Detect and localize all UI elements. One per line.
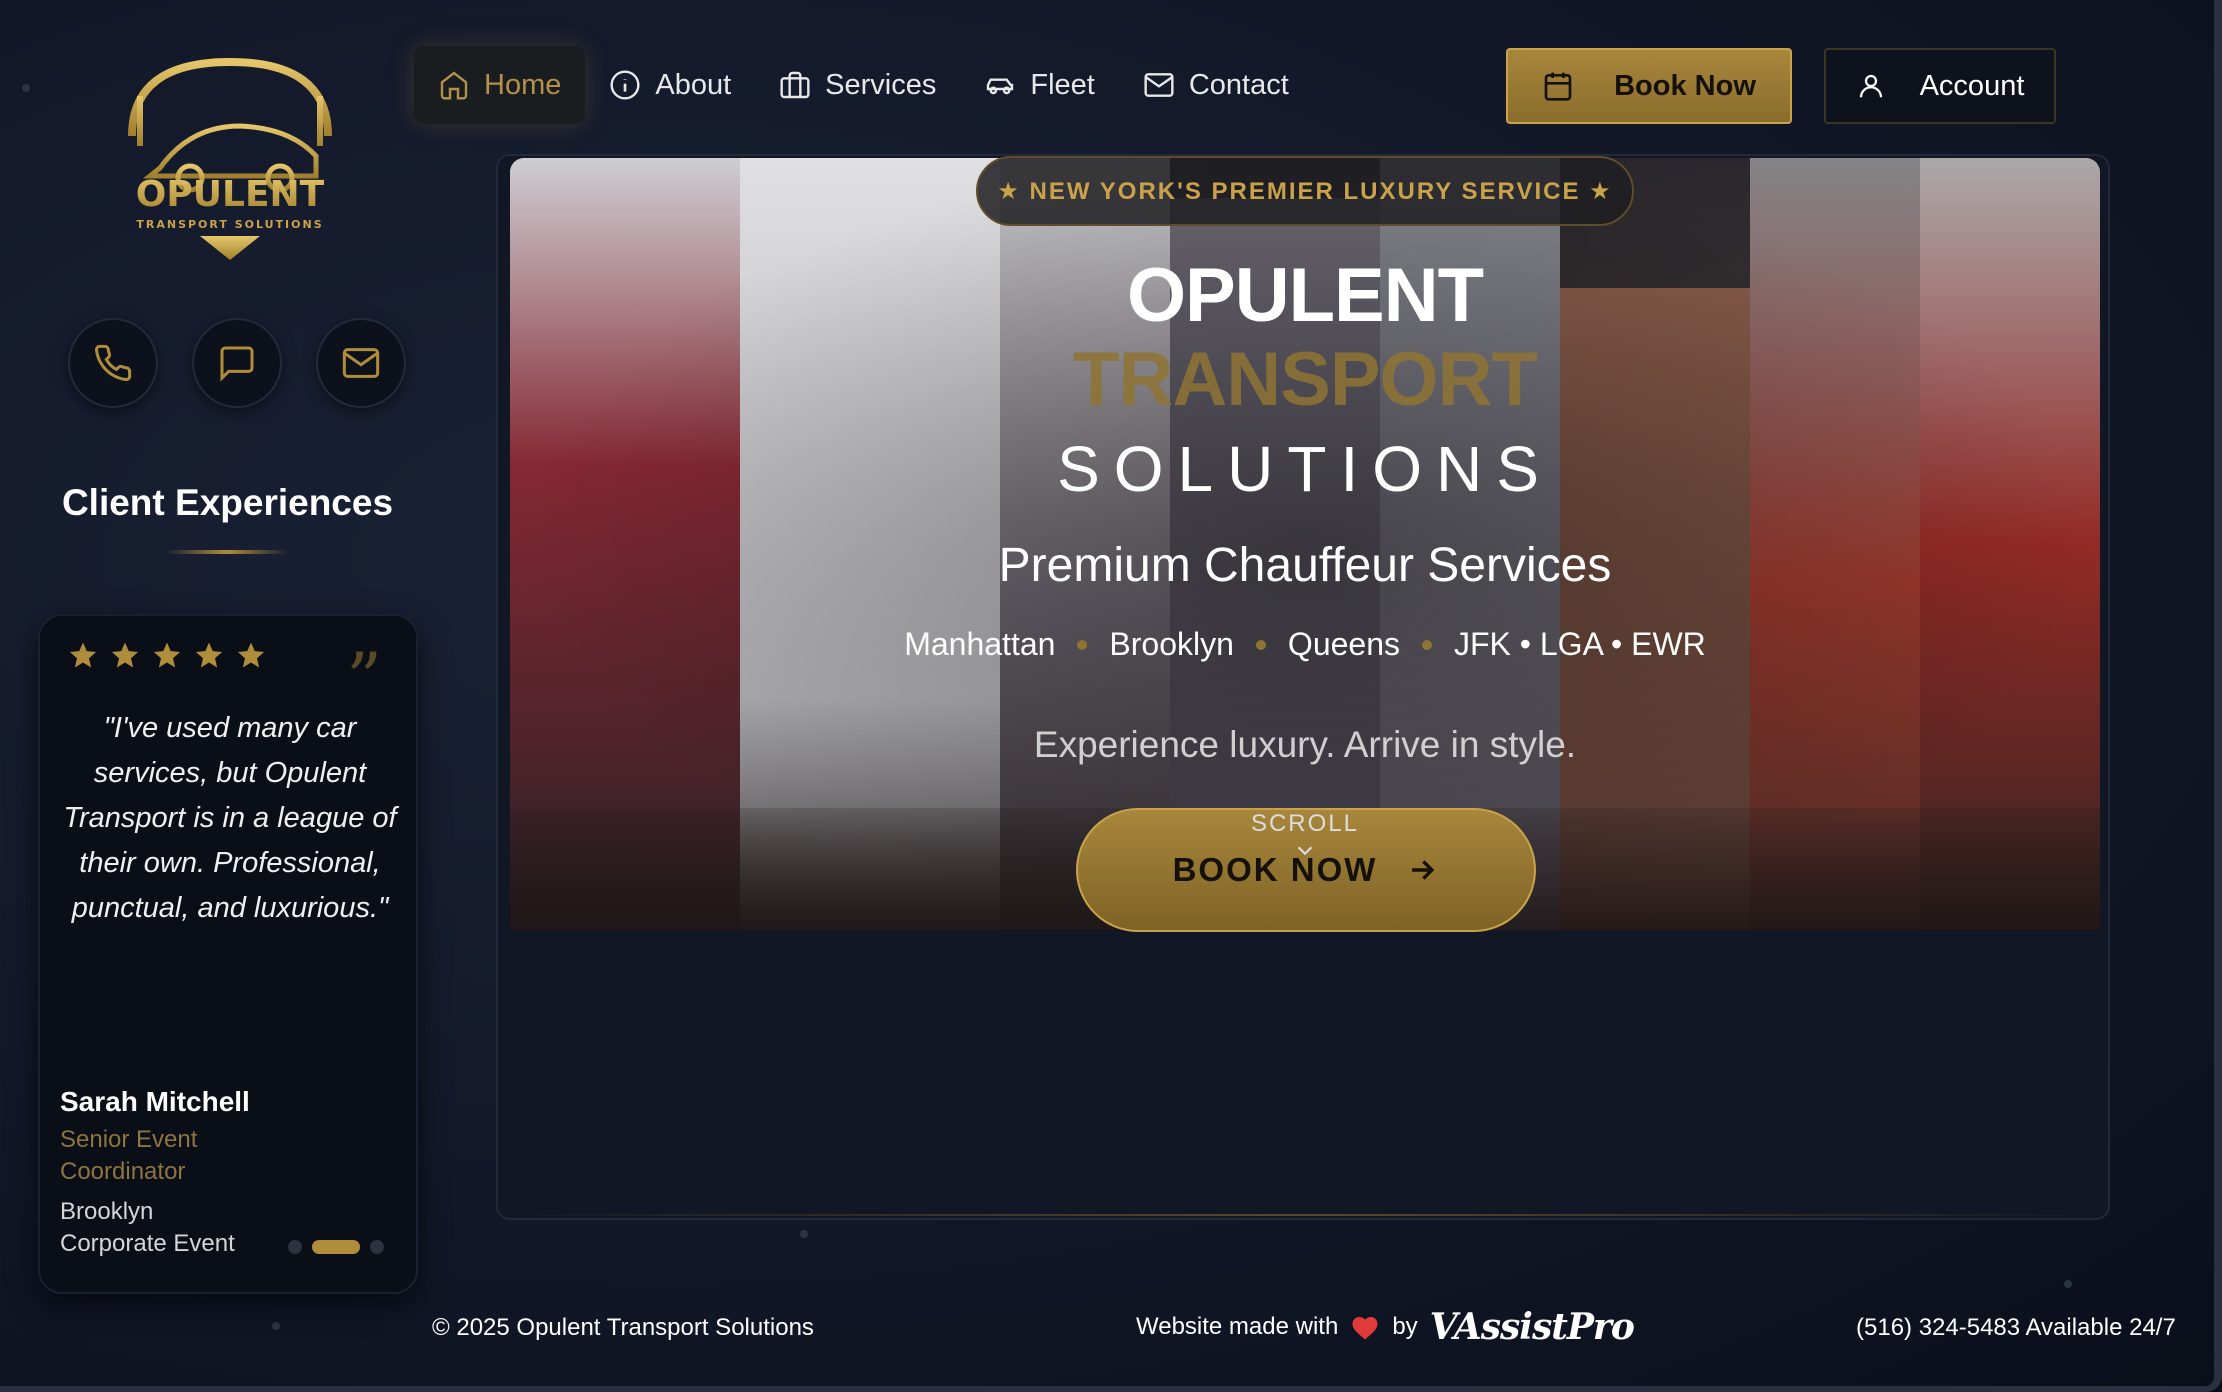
svg-text:TRANSPORT SOLUTIONS: TRANSPORT SOLUTIONS <box>136 218 323 231</box>
star-icon <box>237 642 265 668</box>
star-icon <box>153 642 181 668</box>
hero-subtext: Experience luxury. Arrive in style. <box>1033 724 1577 765</box>
heart-icon <box>1352 1317 1378 1340</box>
chevron-down-icon <box>1297 846 1313 856</box>
maker-link[interactable]: VAssistPro <box>1430 1306 1635 1348</box>
copyright: © 2025 Opulent Transport Solutions <box>432 1314 814 1341</box>
area-separator <box>1255 639 1266 650</box>
phone-button[interactable] <box>68 318 158 408</box>
area-queens: Queens <box>1287 626 1400 662</box>
heading-underline <box>166 550 288 554</box>
mail-icon <box>1144 73 1174 97</box>
testimonial-quote: "I've used many car services, but Opulen… <box>63 712 397 924</box>
book-now-label: Book Now <box>1614 69 1756 102</box>
nav-contact[interactable]: Contact <box>1119 46 1313 124</box>
testimonial-author: Sarah Mitchell <box>60 1086 250 1117</box>
nav-about-label: About <box>655 68 732 101</box>
rating-stars <box>68 640 266 670</box>
decor-dot <box>22 84 30 92</box>
premier-badge: ★ NEW YORK'S PREMIER LUXURY SERVICE ★ <box>976 156 1634 226</box>
pager-dot-active[interactable] <box>312 1240 360 1254</box>
hero-title-line1: OPULENT <box>1126 253 1484 338</box>
area-separator <box>1077 639 1088 650</box>
decor-dot <box>272 1322 280 1330</box>
area-separator <box>1422 639 1432 650</box>
service-areas: Manhattan Brooklyn Queens JFK • LGA • EW… <box>860 626 1750 663</box>
testimonials-heading: Client Experiences <box>61 482 394 523</box>
chat-button[interactable] <box>192 318 282 408</box>
hero-title-line3: SOLUTIONS <box>1057 433 1553 505</box>
message-icon <box>220 346 254 382</box>
pager-dot[interactable] <box>288 1240 302 1254</box>
quote-icon: ” <box>346 638 382 720</box>
by-text: by <box>1392 1313 1418 1340</box>
area-brooklyn: Brooklyn <box>1109 626 1234 662</box>
logo-emblem: OPULENT TRANSPORT SOLUTIONS <box>128 57 332 260</box>
nav-home[interactable]: Home <box>414 46 586 124</box>
arrow-right-icon <box>1412 860 1435 880</box>
star-icon <box>195 642 223 668</box>
testimonial-card: ” "I've used many car services, but Opul… <box>38 614 418 1294</box>
home-icon <box>440 71 468 100</box>
info-icon <box>610 70 640 100</box>
testimonial-context: Brooklyn Corporate Event <box>60 1198 235 1257</box>
calendar-icon <box>1544 72 1572 101</box>
svg-text:OPULENT: OPULENT <box>136 174 325 215</box>
decor-dot <box>2064 1280 2072 1288</box>
section-divider <box>500 1214 2104 1216</box>
carousel-pager <box>288 1240 384 1254</box>
account-label: Account <box>1919 69 2025 102</box>
user-icon <box>1859 74 1882 98</box>
made-with-credit: Website made with by VAssistPro <box>1136 1306 1635 1348</box>
contact-icons <box>68 318 406 408</box>
hero-title-line2: TRANSPORT <box>1073 337 1538 422</box>
area-manhattan: Manhattan <box>904 626 1056 662</box>
email-button[interactable] <box>316 318 406 408</box>
star-icon <box>111 642 139 668</box>
hero-tagline: Premium Chauffeur Services <box>998 539 1612 592</box>
footer-phone[interactable]: (516) 324-5483 Available 24/7 <box>1856 1314 2176 1342</box>
nav-fleet-label: Fleet <box>1030 68 1095 101</box>
decor-dot <box>800 1230 808 1238</box>
main-nav: Home About Services Fleet Contact <box>414 46 1313 124</box>
nav-services-label: Services <box>825 68 937 101</box>
car-icon <box>987 78 1014 95</box>
nav-fleet[interactable]: Fleet <box>960 46 1118 124</box>
scroll-label: SCROLL <box>1250 810 1360 837</box>
logo[interactable]: OPULENT TRANSPORT SOLUTIONS <box>120 56 340 266</box>
scroll-indicator[interactable]: SCROLL <box>1200 810 1410 866</box>
star-icon <box>69 642 97 668</box>
mail-icon <box>342 348 380 378</box>
pager-dot[interactable] <box>370 1240 384 1254</box>
book-now-button[interactable]: Book Now <box>1506 48 1792 124</box>
testimonial-role: Senior Event Coordinator <box>60 1126 198 1185</box>
nav-about[interactable]: About <box>585 46 755 124</box>
phone-icon <box>95 344 132 381</box>
area-airports: JFK • LGA • EWR <box>1454 626 1706 662</box>
account-button[interactable]: Account <box>1824 48 2056 124</box>
nav-contact-label: Contact <box>1188 68 1289 101</box>
briefcase-icon <box>780 71 810 99</box>
made-with-text: Website made with <box>1136 1313 1339 1340</box>
nav-home-label: Home <box>484 68 562 101</box>
nav-services[interactable]: Services <box>755 46 960 124</box>
